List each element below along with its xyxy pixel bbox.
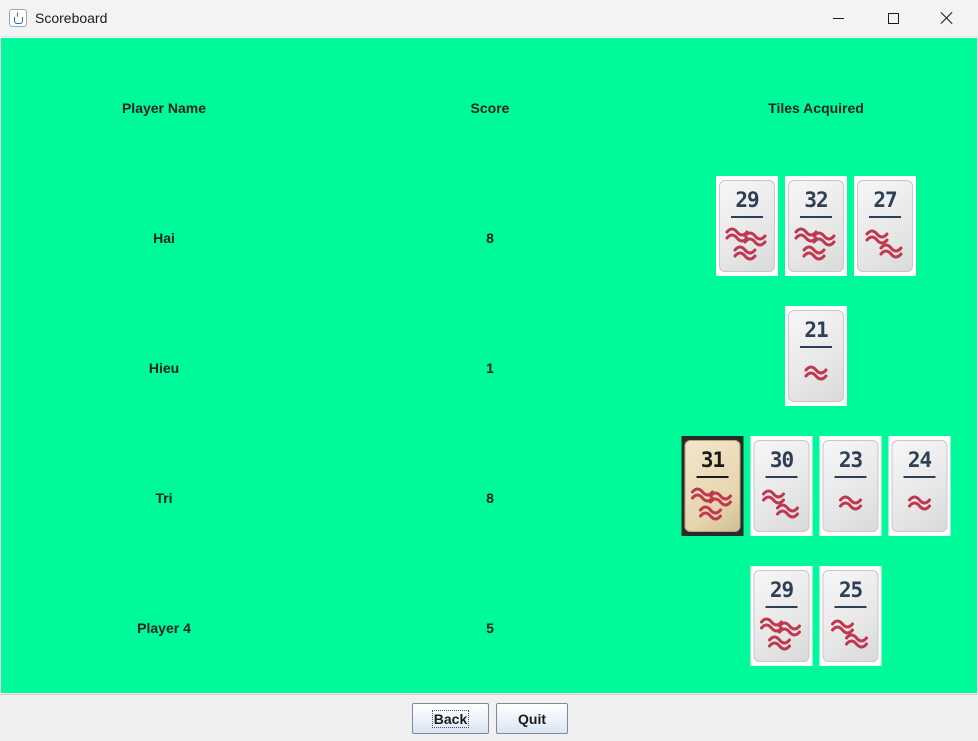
header-tiles-acquired: Tiles Acquired: [768, 100, 864, 116]
tile-number: 27: [873, 188, 897, 212]
title-bar: Scoreboard: [0, 0, 978, 37]
back-button[interactable]: Back: [412, 703, 489, 734]
maximize-button[interactable]: [870, 0, 916, 36]
minimize-icon: [832, 17, 844, 19]
tile-face: 29: [719, 180, 775, 272]
player-name: Hai: [153, 230, 175, 246]
quit-button-label: Quit: [518, 710, 546, 727]
scoreboard-panel: Player Name Score Tiles Acquired Hai 8 29 3…: [1, 38, 977, 693]
tile-face: 29: [753, 570, 810, 662]
tile-divider: [834, 476, 867, 478]
tile-face: 32: [788, 180, 844, 272]
tile-face: 25: [822, 570, 879, 662]
player-score: 1: [486, 360, 494, 376]
tile-number: 24: [907, 448, 932, 472]
header-score: Score: [470, 100, 510, 116]
worm-tile: 24: [888, 436, 951, 536]
tile-divider: [731, 216, 763, 218]
tiles-acquired-list: 29 32 27: [716, 176, 916, 276]
tile-divider: [696, 476, 729, 478]
back-button-label: Back: [431, 709, 470, 728]
worm-tile: 27: [854, 176, 916, 276]
tile-number: 23: [838, 448, 863, 472]
player-score: 8: [486, 490, 494, 506]
tile-face: 24: [891, 440, 948, 532]
tile-face: 30: [753, 440, 810, 532]
tile-divider: [903, 476, 936, 478]
close-icon: [940, 11, 954, 25]
maximize-icon: [887, 12, 899, 24]
header-player-name: Player Name: [121, 100, 207, 116]
java-app-icon: [9, 9, 27, 27]
tile-number: 25: [838, 578, 863, 602]
worm-tile: 23: [819, 436, 882, 536]
worm-tile: 25: [819, 566, 882, 666]
worm-tile: 31: [681, 436, 744, 536]
tile-divider: [800, 346, 832, 348]
quit-button[interactable]: Quit: [496, 703, 568, 734]
tile-number: 29: [735, 188, 759, 212]
tile-divider: [800, 216, 832, 218]
tiles-acquired-list: 21: [785, 306, 847, 406]
tile-number: 21: [804, 318, 828, 342]
worm-tile: 21: [785, 306, 847, 406]
close-button[interactable]: [924, 0, 970, 36]
tile-face: 23: [822, 440, 879, 532]
player-name: Player 4: [137, 620, 191, 636]
tile-number: 29: [769, 578, 794, 602]
player-score: 5: [486, 620, 494, 636]
tile-divider: [765, 606, 798, 608]
tiles-acquired-list: 31 30 23 24: [681, 436, 951, 536]
tile-divider: [834, 606, 867, 608]
tile-number: 31: [700, 448, 725, 472]
player-name: Tri: [155, 490, 173, 506]
tile-number: 32: [804, 188, 828, 212]
button-bar: Back Quit: [0, 694, 978, 741]
minimize-button[interactable]: [815, 0, 861, 36]
worm-tile: 29: [750, 566, 813, 666]
tile-divider: [869, 216, 901, 218]
window-title: Scoreboard: [35, 10, 108, 26]
player-score: 8: [486, 230, 494, 246]
tile-face: 21: [788, 310, 844, 402]
worm-tile: 30: [750, 436, 813, 536]
worm-tile: 29: [716, 176, 778, 276]
tile-face: 31: [684, 440, 741, 532]
player-name: Hieu: [148, 360, 180, 376]
tile-divider: [765, 476, 798, 478]
worm-tile: 32: [785, 176, 847, 276]
tiles-acquired-list: 29 25: [750, 566, 882, 666]
tile-number: 30: [769, 448, 794, 472]
tile-face: 27: [857, 180, 913, 272]
